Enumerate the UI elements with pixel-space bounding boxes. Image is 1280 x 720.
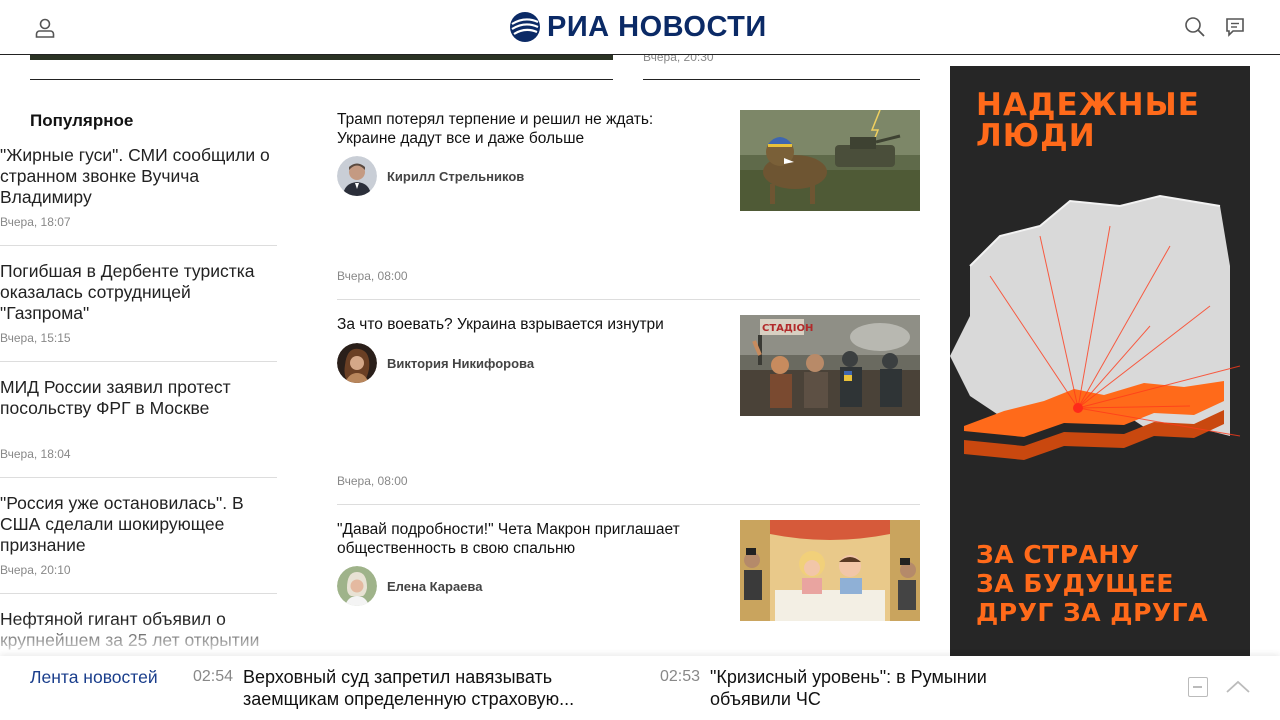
popular-item-time: Вчера, 18:07 — [0, 215, 71, 229]
news-card[interactable]: "Давай подробности!" Чета Макрон приглаш… — [337, 520, 920, 621]
divider — [337, 504, 920, 505]
popular-item-time: Вчера, 20:10 — [0, 563, 71, 577]
logo-globe-icon — [510, 12, 540, 42]
popular-item-title[interactable]: "Россия уже остановилась". В США сделали… — [0, 493, 277, 556]
ad-map-graphic — [950, 194, 1241, 460]
popular-item[interactable]: "Жирные гуси". СМИ сообщили о странном з… — [0, 145, 277, 246]
news-time: Вчера, 08:00 — [337, 269, 408, 283]
author-name: Елена Караева — [387, 578, 483, 594]
popular-heading: Популярное — [30, 111, 134, 130]
news-card[interactable]: Трамп потерял терпение и решил не ждать:… — [337, 110, 920, 211]
user-icon[interactable] — [33, 16, 57, 40]
author-avatar — [337, 566, 377, 606]
popular-item-time: Вчера, 18:04 — [0, 447, 71, 461]
author-name: Виктория Никифорова — [387, 355, 535, 371]
logo-text: РИА НОВОСТИ — [547, 10, 767, 43]
news-author[interactable]: Виктория Никифорова — [337, 343, 534, 383]
news-card[interactable]: За что воевать? Украина взрывается изнут… — [337, 315, 920, 416]
image-sign: СТАДІОН — [762, 323, 813, 334]
ad-footer: ЗА СТРАНУ ЗА БУДУЩЕЕ ДРУГ ЗА ДРУГА — [976, 540, 1208, 627]
news-author[interactable]: Елена Караева — [337, 566, 482, 606]
advertisement-banner[interactable]: НАДЕЖНЫЕ ЛЮДИ ЗА СТРАНУ ЗА БУДУЩЕЕ ДРУГ … — [950, 66, 1250, 666]
ad-headline-text: НАДЕЖНЫЕ ЛЮДИ — [976, 87, 1200, 154]
popular-item-time: Вчера, 15:15 — [0, 331, 71, 345]
popular-item[interactable]: "Россия уже остановилась". В США сделали… — [0, 493, 277, 594]
search-icon[interactable] — [1184, 16, 1206, 38]
popular-item-title[interactable]: "Жирные гуси". СМИ сообщили о странном з… — [0, 145, 277, 208]
popular-item-title[interactable]: Погибшая в Дербенте туристка оказалась с… — [0, 261, 277, 324]
news-title[interactable]: За что воевать? Украина взрывается изнут… — [337, 315, 707, 334]
author-name: Кирилл Стрельников — [387, 168, 525, 184]
popular-item[interactable]: Погибшая в Дербенте туристка оказалась с… — [0, 261, 277, 362]
ticker-time: 02:53 — [660, 668, 701, 685]
author-avatar — [337, 156, 377, 196]
news-image[interactable] — [740, 520, 920, 621]
news-time: Вчера, 08:00 — [337, 474, 408, 488]
ad-footer-text: ЗА СТРАНУ ЗА БУДУЩЕЕ ДРУГ ЗА ДРУГА — [976, 540, 1208, 627]
popular-item-title[interactable]: МИД России заявил протест посольству ФРГ… — [0, 377, 277, 419]
ticker-time: 02:54 — [193, 668, 234, 685]
site-logo[interactable]: РИА НОВОСТИ — [509, 11, 767, 43]
news-title[interactable]: "Давай подробности!" Чета Макрон приглаш… — [337, 520, 707, 558]
ticker-headline[interactable]: "Кризисный уровень": в Румынии объявили … — [710, 666, 1040, 710]
divider — [30, 79, 613, 80]
previous-article-image[interactable] — [30, 55, 613, 60]
content-fade — [0, 620, 950, 656]
ticker-headline[interactable]: Верховный суд запретил навязывать заемщи… — [243, 666, 633, 710]
news-author[interactable]: Кирилл Стрельников — [337, 156, 524, 196]
news-title[interactable]: Трамп потерял терпение и решил не ждать:… — [337, 110, 707, 148]
popular-item[interactable]: МИД России заявил протест посольству ФРГ… — [0, 377, 277, 478]
site-header: РИА НОВОСТИ — [0, 0, 1280, 55]
news-image[interactable]: СТАДІОН — [740, 315, 920, 416]
chevron-up-icon[interactable] — [1225, 678, 1251, 696]
chat-icon[interactable] — [1224, 16, 1246, 38]
popular-section: Популярное — [30, 108, 307, 134]
collapse-icon[interactable] — [1188, 677, 1208, 697]
ad-headline: НАДЕЖНЫЕ ЛЮДИ — [976, 90, 1200, 152]
divider — [337, 299, 920, 300]
news-image[interactable] — [740, 110, 920, 211]
ticker-label[interactable]: Лента новостей — [30, 667, 158, 688]
divider — [643, 79, 920, 80]
news-ticker: Лента новостей 02:54 Верховный суд запре… — [0, 656, 1280, 720]
author-avatar — [337, 343, 377, 383]
